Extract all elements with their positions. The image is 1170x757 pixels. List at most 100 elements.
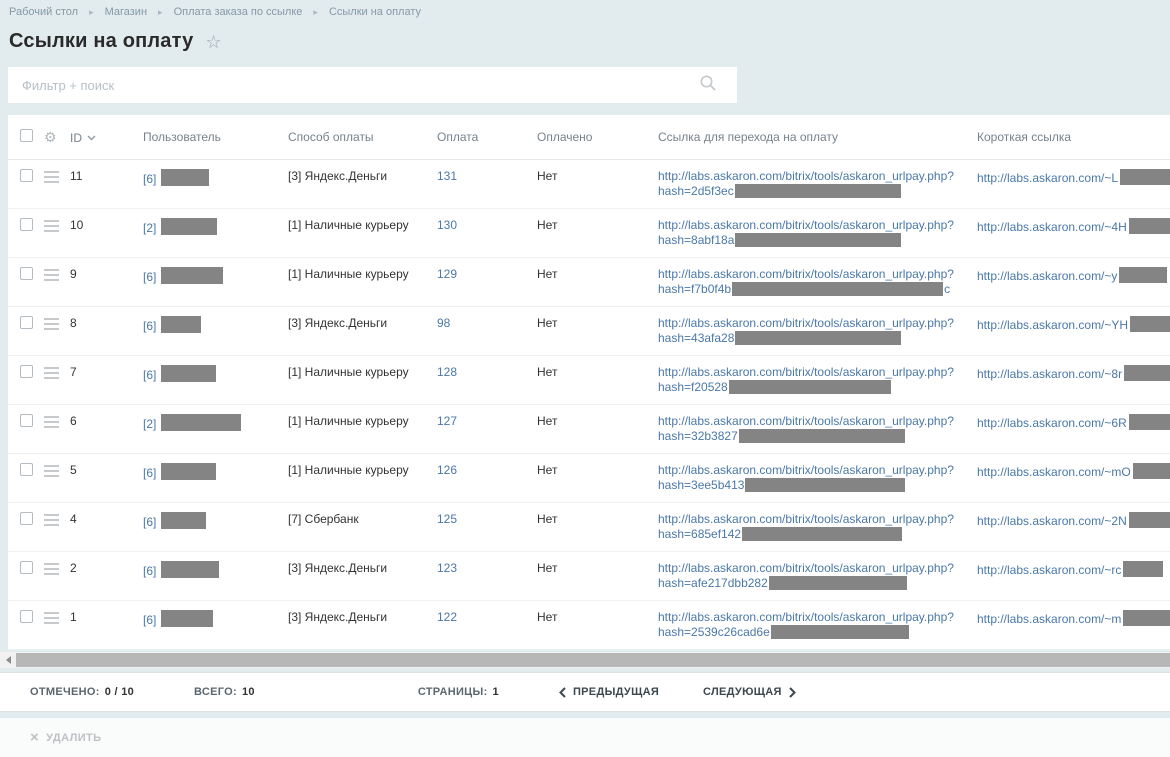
chevron-left-icon bbox=[559, 687, 566, 698]
payment-link[interactable]: 123 bbox=[437, 561, 457, 575]
search-icon[interactable] bbox=[699, 74, 729, 97]
redacted-hash bbox=[769, 576, 907, 590]
favorite-star-icon[interactable]: ☆ bbox=[205, 32, 221, 53]
user-link[interactable]: [6] bbox=[143, 319, 156, 333]
user-link[interactable]: [6] bbox=[143, 270, 156, 284]
row-checkbox[interactable] bbox=[20, 267, 33, 280]
column-header-id[interactable]: ID bbox=[70, 130, 143, 145]
row-actions-menu-icon[interactable] bbox=[44, 414, 59, 431]
select-all-checkbox[interactable] bbox=[20, 129, 33, 142]
payment-link[interactable]: 126 bbox=[437, 463, 457, 477]
previous-page-button[interactable]: ПРЕДЫДУЩАЯ bbox=[552, 686, 659, 698]
next-page-button[interactable]: СЛЕДУЮЩАЯ bbox=[703, 686, 803, 698]
row-actions-menu-icon[interactable] bbox=[44, 610, 59, 627]
row-paid-status: Нет bbox=[537, 160, 658, 184]
column-header-payment[interactable]: Оплата bbox=[437, 130, 537, 144]
table-row: 4 [6] [7] Сбербанк 125 Нет http://labs.a… bbox=[8, 503, 1170, 552]
short-url-link[interactable]: http://labs.askaron.com/~4H bbox=[977, 220, 1170, 234]
short-url-link[interactable]: http://labs.askaron.com/~YH bbox=[977, 318, 1170, 332]
row-short-link-cell: http://labs.askaron.com/~mO bbox=[977, 454, 1170, 480]
row-checkbox[interactable] bbox=[20, 218, 33, 231]
scroll-left-button[interactable] bbox=[0, 652, 16, 668]
short-url-link[interactable]: http://labs.askaron.com/~L bbox=[977, 171, 1170, 185]
row-checkbox[interactable] bbox=[20, 463, 33, 476]
breadcrumb-item[interactable]: Оплата заказа по ссылке bbox=[174, 6, 303, 18]
user-link[interactable]: [2] bbox=[143, 221, 156, 235]
pay-url-link[interactable]: http://labs.askaron.com/bitrix/tools/ask… bbox=[658, 316, 954, 345]
row-user: [6] bbox=[143, 307, 288, 334]
delete-button[interactable]: × УДАЛИТЬ bbox=[30, 730, 101, 745]
breadcrumb-item[interactable]: Рабочий стол bbox=[9, 6, 78, 18]
breadcrumb-item[interactable]: Магазин bbox=[105, 6, 147, 18]
row-actions-menu-icon[interactable] bbox=[44, 561, 59, 578]
row-checkbox[interactable] bbox=[20, 414, 33, 427]
column-header-paid[interactable]: Оплачено bbox=[537, 130, 658, 144]
payment-link[interactable]: 130 bbox=[437, 218, 457, 232]
row-pay-link-cell: http://labs.askaron.com/bitrix/tools/ask… bbox=[658, 209, 977, 248]
pay-url-link[interactable]: http://labs.askaron.com/bitrix/tools/ask… bbox=[658, 414, 954, 443]
column-header-user[interactable]: Пользователь bbox=[143, 130, 288, 144]
table-row: 2 [6] [3] Яндекс.Деньги 123 Нет http://l… bbox=[8, 552, 1170, 601]
short-url-link[interactable]: http://labs.askaron.com/~rc bbox=[977, 563, 1163, 577]
row-actions-menu-icon[interactable] bbox=[44, 463, 59, 480]
row-actions-menu-icon[interactable] bbox=[44, 218, 59, 235]
user-link[interactable]: [6] bbox=[143, 613, 156, 627]
payment-link[interactable]: 128 bbox=[437, 365, 457, 379]
payment-link[interactable]: 127 bbox=[437, 414, 457, 428]
redacted-hash bbox=[745, 478, 905, 492]
payment-link[interactable]: 129 bbox=[437, 267, 457, 281]
user-link[interactable]: [6] bbox=[143, 564, 156, 578]
row-id: 4 bbox=[70, 503, 143, 527]
payment-link[interactable]: 122 bbox=[437, 610, 457, 624]
row-actions-menu-icon[interactable] bbox=[44, 267, 59, 284]
pay-url-link[interactable]: http://labs.askaron.com/bitrix/tools/ask… bbox=[658, 463, 954, 492]
pay-url-link[interactable]: http://labs.askaron.com/bitrix/tools/ask… bbox=[658, 169, 954, 198]
pay-url-link[interactable]: http://labs.askaron.com/bitrix/tools/ask… bbox=[658, 561, 954, 590]
row-checkbox[interactable] bbox=[20, 512, 33, 525]
row-checkbox[interactable] bbox=[20, 561, 33, 574]
column-header-method[interactable]: Способ оплаты bbox=[288, 130, 437, 144]
row-actions-menu-icon[interactable] bbox=[44, 316, 59, 333]
row-menu-cell bbox=[44, 503, 70, 533]
user-link[interactable]: [6] bbox=[143, 515, 156, 529]
row-checkbox[interactable] bbox=[20, 316, 33, 329]
pay-url-link[interactable]: http://labs.askaron.com/bitrix/tools/ask… bbox=[658, 365, 954, 394]
action-bar: × УДАЛИТЬ bbox=[0, 718, 1170, 757]
redacted-hash bbox=[735, 233, 901, 247]
short-url-link[interactable]: http://labs.askaron.com/~6R bbox=[977, 416, 1170, 430]
short-url-link[interactable]: http://labs.askaron.com/~m bbox=[977, 612, 1170, 626]
row-checkbox[interactable] bbox=[20, 169, 33, 182]
pay-url-link[interactable]: http://labs.askaron.com/bitrix/tools/ask… bbox=[658, 610, 954, 639]
pay-url-link[interactable]: http://labs.askaron.com/bitrix/tools/ask… bbox=[658, 267, 954, 296]
user-link[interactable]: [2] bbox=[143, 417, 156, 431]
row-payment-cell: 129 bbox=[437, 258, 537, 282]
checked-label: ОТМЕЧЕНО: bbox=[30, 686, 100, 698]
payment-link[interactable]: 98 bbox=[437, 316, 450, 330]
row-checkbox[interactable] bbox=[20, 610, 33, 623]
table-header: ⚙ ID Пользователь Способ оплаты Оплата О… bbox=[8, 115, 1170, 160]
scrollbar-thumb[interactable] bbox=[16, 653, 1170, 667]
payment-link[interactable]: 131 bbox=[437, 169, 457, 183]
pay-url-link[interactable]: http://labs.askaron.com/bitrix/tools/ask… bbox=[658, 218, 954, 247]
short-url-link[interactable]: http://labs.askaron.com/~y bbox=[977, 269, 1167, 283]
filter-search-input[interactable] bbox=[8, 67, 699, 103]
row-pay-link-cell: http://labs.askaron.com/bitrix/tools/ask… bbox=[658, 307, 977, 346]
user-link[interactable]: [6] bbox=[143, 466, 156, 480]
table-row: 8 [6] [3] Яндекс.Деньги 98 Нет http://la… bbox=[8, 307, 1170, 356]
row-actions-menu-icon[interactable] bbox=[44, 365, 59, 382]
row-checkbox[interactable] bbox=[20, 365, 33, 378]
payment-link[interactable]: 125 bbox=[437, 512, 457, 526]
redacted-hash bbox=[732, 282, 943, 296]
row-paid-status: Нет bbox=[537, 552, 658, 576]
row-actions-menu-icon[interactable] bbox=[44, 512, 59, 529]
column-header-short-link[interactable]: Короткая ссылка bbox=[977, 130, 1170, 144]
short-url-link[interactable]: http://labs.askaron.com/~2N bbox=[977, 514, 1170, 528]
pay-url-link[interactable]: http://labs.askaron.com/bitrix/tools/ask… bbox=[658, 512, 954, 541]
user-link[interactable]: [6] bbox=[143, 368, 156, 382]
short-url-link[interactable]: http://labs.askaron.com/~mO bbox=[977, 465, 1170, 479]
column-header-pay-link[interactable]: Ссылка для перехода на оплату bbox=[658, 130, 977, 144]
user-link[interactable]: [6] bbox=[143, 172, 156, 186]
gear-icon[interactable]: ⚙ bbox=[44, 130, 57, 145]
short-url-link[interactable]: http://labs.askaron.com/~8r bbox=[977, 367, 1170, 381]
row-actions-menu-icon[interactable] bbox=[44, 169, 59, 186]
